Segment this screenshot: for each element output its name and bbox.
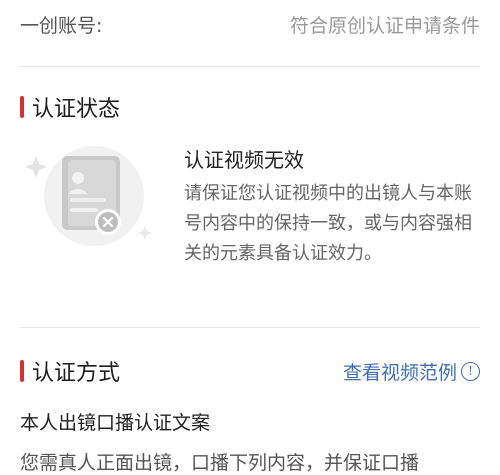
accent-bar xyxy=(20,360,24,382)
account-row: 一创账号: 符合原创认证申请条件 xyxy=(20,0,480,48)
status-card: 认证视频无效 请保证您认证视频中的出镜人与本账号内容中的保持一致，或与内容强相关… xyxy=(22,138,482,308)
view-example-link[interactable]: 查看视频范例 ! xyxy=(343,358,480,385)
status-title: 认证视频无效 xyxy=(184,148,304,172)
divider xyxy=(20,66,480,67)
status-section-header: 认证状态 xyxy=(20,90,480,124)
account-label: 一创账号: xyxy=(20,14,103,37)
method-section-title-text: 认证方式 xyxy=(32,361,121,386)
document-rejected-icon xyxy=(25,146,152,246)
status-text: 认证视频无效 请保证您认证视频中的出镜人与本账号内容中的保持一致，或与内容强相关… xyxy=(184,144,484,269)
info-circle-icon: ! xyxy=(461,361,480,381)
status-description: 请保证您认证视频中的出镜人与本账号内容中的保持一致，或与内容强相关的元素具备认证… xyxy=(184,183,472,264)
divider xyxy=(20,327,480,328)
status-section-title-text: 认证状态 xyxy=(32,97,121,122)
account-eligibility-value: 符合原创认证申请条件 xyxy=(289,14,480,37)
status-section-title: 认证状态 xyxy=(20,91,120,123)
method-section-header: 认证方式 查看视频范例 ! xyxy=(20,353,480,389)
method-subtitle: 本人出镜口播认证文案 xyxy=(20,412,211,434)
view-example-label: 查看视频范例 xyxy=(342,361,457,384)
accent-bar xyxy=(20,96,24,118)
method-section-title: 认证方式 xyxy=(20,355,120,387)
